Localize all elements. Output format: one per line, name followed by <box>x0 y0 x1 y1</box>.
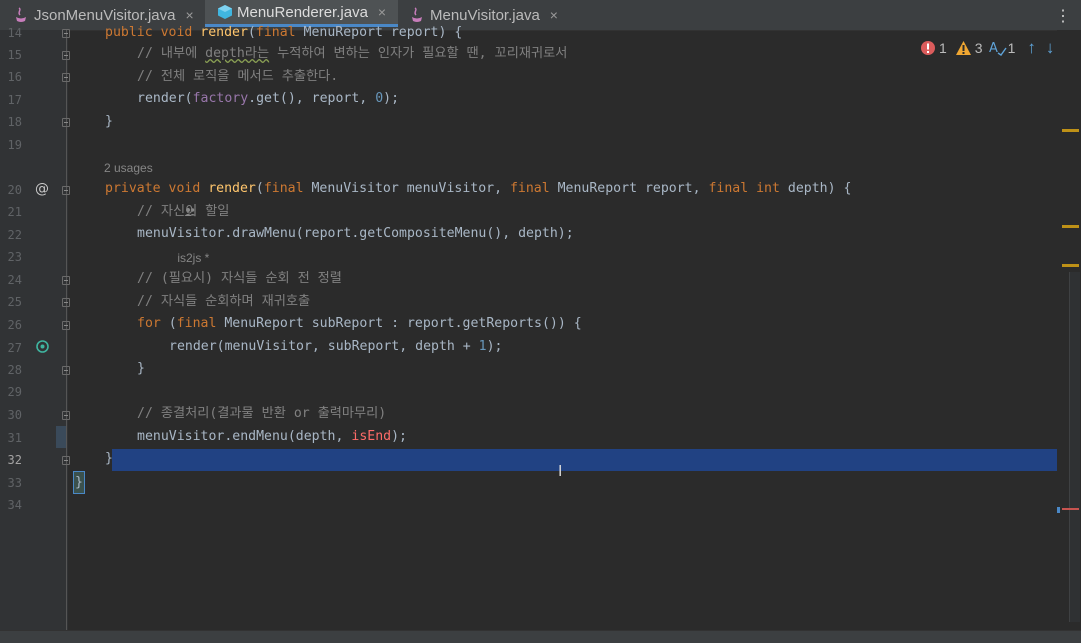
next-highlight-icon[interactable]: ↓ <box>1046 38 1055 58</box>
typo-underline: depth라는 <box>205 46 270 61</box>
fold-marker[interactable] <box>62 298 70 307</box>
warning-count[interactable]: 3 <box>955 40 989 56</box>
fold-marker[interactable] <box>62 456 70 465</box>
java-file-icon <box>14 7 28 23</box>
fold-marker[interactable] <box>62 73 70 82</box>
error-count[interactable]: 1 <box>920 40 955 56</box>
code-line-30: // 종결처리(결과물 반환 or 출력마무리) <box>137 406 387 421</box>
fold-marker[interactable] <box>62 29 70 38</box>
code-line-21: // 자신이 할일 <box>137 204 230 219</box>
previous-highlight-icon[interactable]: ↑ <box>1027 38 1036 58</box>
code-line-28: } <box>137 361 145 376</box>
line-number: 30 <box>7 408 22 422</box>
line-number: 34 <box>7 498 22 512</box>
fold-marker[interactable] <box>62 411 70 420</box>
class-file-icon <box>217 4 232 20</box>
line-number: 26 <box>7 318 22 332</box>
fold-marker[interactable] <box>62 51 70 60</box>
line-number: 28 <box>7 363 22 377</box>
tab-label: MenuRenderer.java <box>237 3 368 21</box>
line-number-current: 32 <box>7 453 22 467</box>
typo-count[interactable]: A 1 <box>989 40 1028 56</box>
code-line-22: menuVisitor.drawMenu(report.getComposite… <box>137 226 574 241</box>
line-number: 21 <box>7 205 22 219</box>
line-number: 15 <box>7 48 22 62</box>
line-number: 23 <box>7 250 22 264</box>
line-number: 24 <box>7 273 22 287</box>
line-number: 33 <box>7 476 22 490</box>
code-line-20: private void render(final MenuVisitor me… <box>105 181 852 196</box>
status-bar <box>0 630 1081 643</box>
close-icon[interactable]: × <box>378 4 386 20</box>
close-icon[interactable]: × <box>185 7 193 23</box>
code-editor[interactable]: public void render(final MenuReport repo… <box>72 25 1057 630</box>
line-number: 25 <box>7 295 22 309</box>
recursive-call-icon[interactable] <box>36 340 49 356</box>
warning-stripe-mark[interactable] <box>1062 225 1079 228</box>
line-number: 27 <box>7 341 22 355</box>
code-line-14: public void render(final MenuReport repo… <box>105 25 463 40</box>
java-file-icon <box>410 7 424 23</box>
svg-text:A: A <box>989 41 998 56</box>
fold-marker[interactable] <box>62 366 70 375</box>
code-line-25: // 자식들 순회하며 재귀호출 <box>137 294 311 309</box>
code-line-15: // 내부에 depth라는 누적하여 변하는 인자가 필요할 땐, 꼬리재귀로… <box>137 46 568 61</box>
line-number: 14 <box>7 26 22 40</box>
line-number: 22 <box>7 228 22 242</box>
tab-options-icon[interactable]: ⋮ <box>1055 6 1071 26</box>
tab-label: MenuVisitor.java <box>430 6 540 24</box>
codelens-usages[interactable]: 2 usages <box>104 157 153 180</box>
line-number: 19 <box>7 138 22 152</box>
fold-marker[interactable] <box>62 118 70 127</box>
error-stripe-mark[interactable] <box>1062 508 1079 510</box>
code-line-18: } <box>105 114 113 129</box>
code-line-32: } <box>105 451 113 466</box>
close-icon[interactable]: × <box>550 7 558 23</box>
caret-stripe-mark <box>1057 507 1060 513</box>
fold-marker[interactable] <box>62 321 70 330</box>
scrollbar-thumb[interactable] <box>1069 272 1080 622</box>
line-number: 20 <box>7 183 22 197</box>
code-line-17: render(factory.get(), report, 0); <box>137 91 400 106</box>
fold-marker[interactable] <box>62 276 70 285</box>
code-line-26: for (final MenuReport subReport : report… <box>137 316 582 331</box>
line-number: 31 <box>7 431 22 445</box>
warning-stripe-mark[interactable] <box>1062 264 1079 267</box>
codelens-author[interactable]: is2js * <box>164 157 209 265</box>
code-line-24: // (필요시) 자식들 순회 전 정렬 <box>137 271 342 286</box>
code-line-31: menuVisitor.endMenu(depth, isEnd); <box>137 429 407 444</box>
line-number: 29 <box>7 385 22 399</box>
line-number: 18 <box>7 115 22 129</box>
fold-marker[interactable] <box>62 186 70 195</box>
error-icon <box>921 41 935 55</box>
line-number: 17 <box>7 93 22 107</box>
vcs-change-marker <box>56 426 66 448</box>
tab-label: JsonMenuVisitor.java <box>34 6 176 24</box>
inspection-widget[interactable]: 1 3 A 1 ↑ ↓ <box>920 38 1054 58</box>
override-at-icon[interactable]: @ <box>35 181 49 197</box>
typo-icon: A <box>989 41 1007 56</box>
warning-stripe-mark[interactable] <box>1062 129 1079 132</box>
code-line-33: } <box>73 471 85 494</box>
code-line-16: // 전체 로직을 메서드 추출한다. <box>137 69 339 84</box>
line-number: 16 <box>7 70 22 84</box>
code-line-27: render(menuVisitor, subReport, depth + 1… <box>169 339 503 354</box>
warning-icon <box>955 41 971 55</box>
text-cursor-icon: I <box>558 462 563 480</box>
